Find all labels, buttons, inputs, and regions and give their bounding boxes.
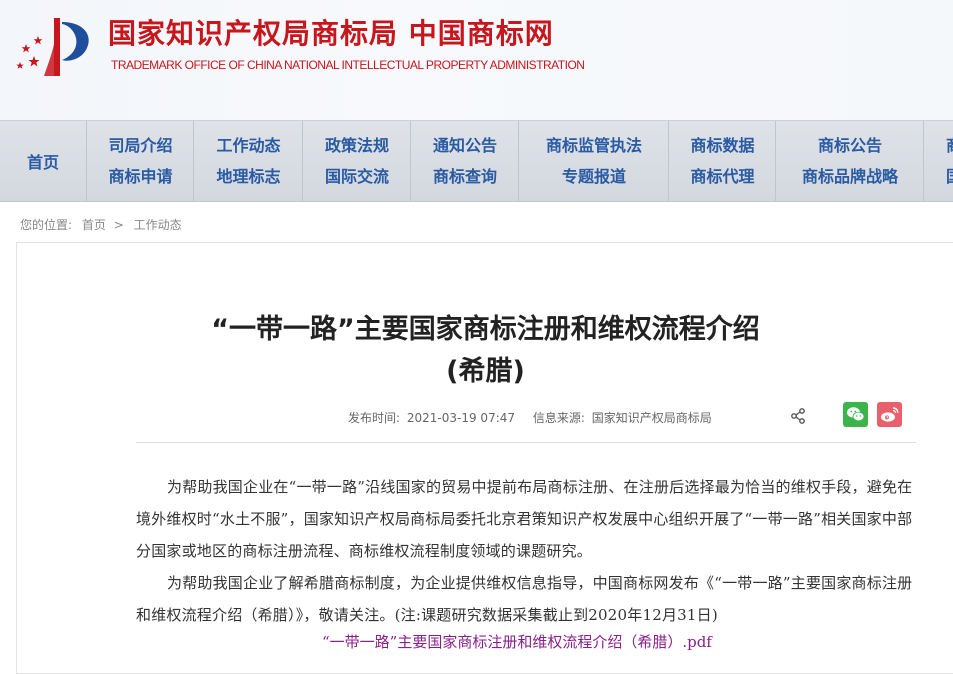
nav-item-trademark-data[interactable]: 商标数据 <box>690 130 754 161</box>
nav-item-trademark-agency[interactable]: 商标代理 <box>690 161 754 192</box>
nav-home[interactable]: 首页 <box>0 121 86 201</box>
nav-column-3: 政策法规 国际交流 <box>302 121 411 201</box>
article-panel: “一带一路”主要国家商标注册和维权流程介绍 (希腊) 发布时间: 2021-03… <box>16 242 953 674</box>
breadcrumb-separator: > <box>113 218 124 232</box>
article-paragraph-2: 为帮助我国企业了解希腊商标制度，为企业提供维权信息指导，中国商标网发布《“一带一… <box>136 574 913 624</box>
nav-column-5: 商标监管执法 专题报道 <box>518 121 669 201</box>
publish-time: 2021-03-19 07:47 <box>406 411 516 425</box>
weibo-icon[interactable] <box>877 402 902 427</box>
nav-item-bureau-intro[interactable]: 司局介绍 <box>108 130 172 161</box>
wechat-icon[interactable] <box>843 402 868 427</box>
nav-column-6: 商标数据 商标代理 <box>668 121 776 201</box>
breadcrumb-home-link[interactable]: 首页 <box>82 218 106 232</box>
site-header: 国家知识产权局商标局 中国商标网 TRADEMARK OFFICE OF CHI… <box>0 0 953 120</box>
nav-item-partial-1[interactable]: 商 <box>946 130 953 161</box>
article-title-line-1: “一带一路”主要国家商标注册和维权流程介绍 <box>211 314 760 345</box>
meta-divider <box>136 442 916 443</box>
nav-column-1: 司局介绍 商标申请 <box>86 121 194 201</box>
article-title-line-2: (希腊) <box>446 356 525 387</box>
nav-item-geographical-indication[interactable]: 地理标志 <box>216 161 280 192</box>
site-subtitle: TRADEMARK OFFICE OF CHINA NATIONAL INTEL… <box>111 58 585 72</box>
nav-item-notices[interactable]: 通知公告 <box>433 130 497 161</box>
nav-item-partial-2[interactable]: 国 <box>946 161 953 192</box>
share-icon[interactable] <box>790 408 806 424</box>
nav-item-policies[interactable]: 政策法规 <box>325 130 389 161</box>
nav-item-international[interactable]: 国际交流 <box>325 161 389 192</box>
cnipa-logo[interactable] <box>14 14 98 78</box>
nav-column-4: 通知公告 商标查询 <box>410 121 519 201</box>
nav-column-8: 商 国 <box>923 121 953 201</box>
article-title: “一带一路”主要国家商标注册和维权流程介绍 (希腊) <box>17 309 953 393</box>
breadcrumb-current-link[interactable]: 工作动态 <box>134 218 182 232</box>
publish-time-label: 发布时间: <box>348 411 401 425</box>
nav-column-2: 工作动态 地理标志 <box>193 121 303 201</box>
article-meta: 发布时间: 2021-03-19 07:47 信息来源: 国家知识产权局商标局 <box>348 409 712 426</box>
article-paragraph-1: 为帮助我国企业在“一带一路”沿线国家的贸易中提前布局商标注册、在注册后选择最为恰… <box>136 478 913 560</box>
source-label: 信息来源: <box>532 411 585 425</box>
nav-item-trademark-announcement[interactable]: 商标公告 <box>818 130 882 161</box>
nav-item-work-news[interactable]: 工作动态 <box>216 130 280 161</box>
nav-item-special-reports[interactable]: 专题报道 <box>562 161 626 192</box>
nav-column-7: 商标公告 商标品牌战略 <box>775 121 924 201</box>
breadcrumb: 您的位置: 首页 > 工作动态 <box>20 216 182 233</box>
source-value: 国家知识产权局商标局 <box>591 411 712 425</box>
nav-item-trademark-application[interactable]: 商标申请 <box>108 161 172 192</box>
pdf-download-link[interactable]: “一带一路”主要国家商标注册和维权流程介绍（希腊）.pdf <box>322 631 712 652</box>
nav-item-enforcement[interactable]: 商标监管执法 <box>546 130 642 161</box>
nav-item-trademark-search[interactable]: 商标查询 <box>433 161 497 192</box>
main-nav: 首页 司局介绍 商标申请 工作动态 地理标志 政策法规 国际交流 通知公告 商标… <box>0 120 953 202</box>
nav-item-brand-strategy[interactable]: 商标品牌战略 <box>802 161 898 192</box>
site-title: 国家知识产权局商标局 中国商标网 <box>108 17 554 50</box>
breadcrumb-prefix: 您的位置: <box>20 218 73 232</box>
